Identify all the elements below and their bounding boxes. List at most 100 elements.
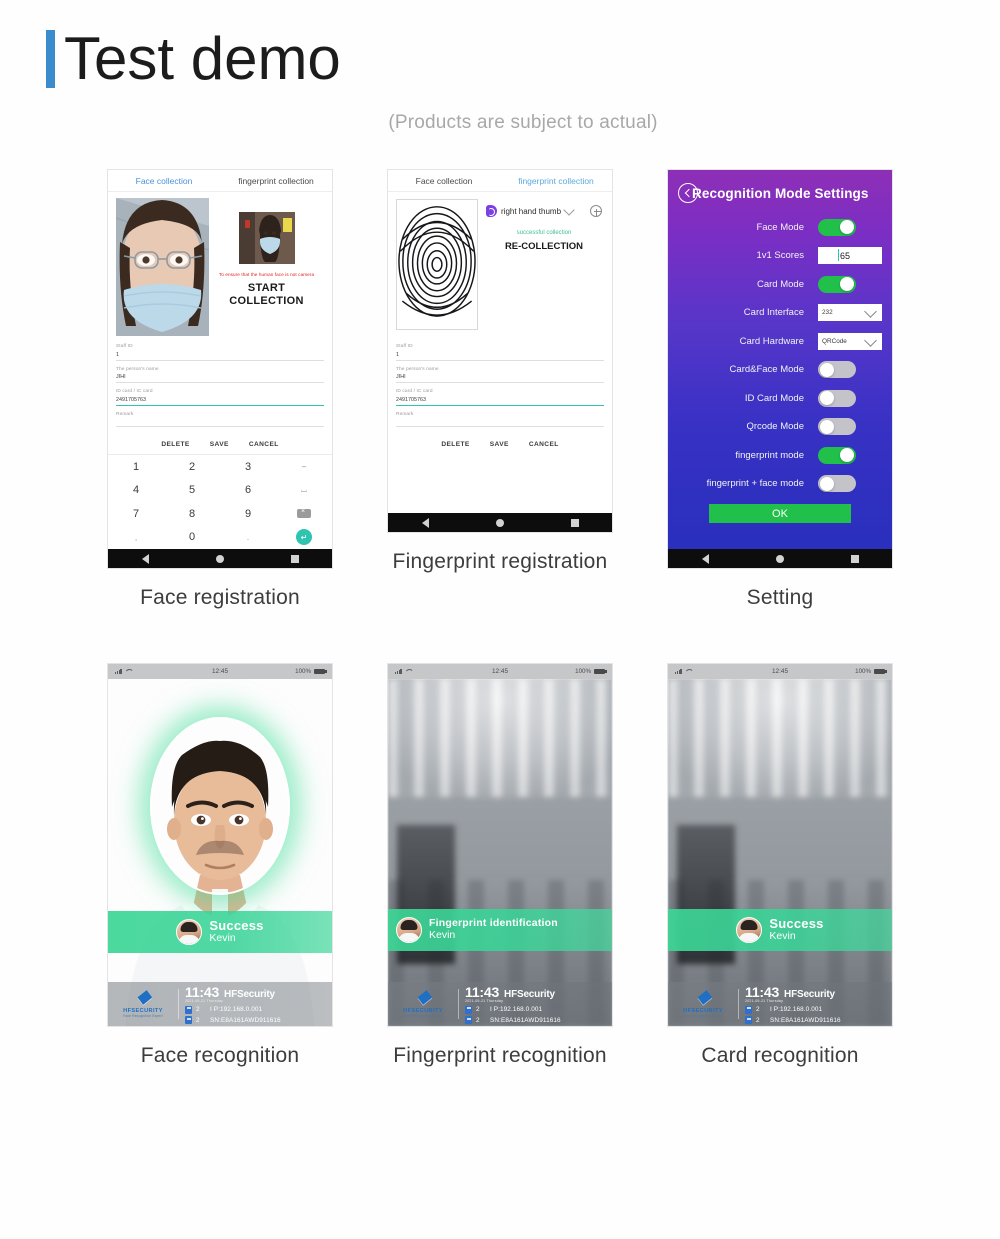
key-backspace[interactable]: [276, 502, 332, 526]
save-button[interactable]: SAVE: [487, 439, 512, 450]
field-value[interactable]: 2491705763: [396, 394, 604, 405]
key-0[interactable]: 0: [164, 525, 220, 549]
setting-control: 232: [818, 304, 882, 322]
field-remark: Remark: [396, 412, 604, 427]
start-collection-button[interactable]: START COLLECTION: [209, 282, 324, 308]
footer-brand: HFSecurity: [224, 989, 275, 1000]
face-warning-text: To ensure that the human face is not cam…: [218, 272, 315, 277]
field-value[interactable]: [396, 417, 604, 426]
select-value: 232: [822, 309, 833, 317]
nav-home-icon[interactable]: [495, 518, 504, 527]
toggle-face-mode[interactable]: [818, 218, 856, 236]
field-staff-id: Staff ID 1: [116, 344, 324, 361]
nav-home-icon[interactable]: [215, 554, 224, 563]
setting-label: ID Card Mode: [744, 392, 804, 404]
setting-control: [818, 418, 882, 436]
key-8[interactable]: 8: [164, 502, 220, 526]
nav-recents-icon[interactable]: [290, 554, 299, 563]
recognition-banner: Fingerprint identification Kevin: [388, 909, 612, 951]
caption-face-recognition: Face recognition: [140, 1044, 300, 1067]
status-bar: 12:45 100%: [388, 664, 612, 679]
toggle-id-card-mode[interactable]: [818, 389, 856, 407]
setting-row-1v1-scores: 1v1 Scores 65: [678, 242, 882, 271]
nav-back-icon[interactable]: [421, 517, 429, 528]
toggle-fingerprint-mode[interactable]: [818, 446, 856, 464]
key-7[interactable]: 7: [108, 502, 164, 526]
setting-control: [818, 389, 882, 407]
page-title: Test demo: [64, 25, 341, 92]
select-card-hardware[interactable]: QRCode: [818, 332, 882, 350]
footer-divider: [178, 989, 179, 1019]
reference-photo-illustration: [238, 212, 295, 264]
nav-home-icon[interactable]: [775, 554, 784, 563]
logo-tagline: Face Recognition Expert: [403, 1013, 443, 1018]
status-time: 12:45: [492, 668, 508, 675]
live-camera-preview: [116, 198, 209, 336]
add-finger-icon[interactable]: [590, 205, 602, 217]
finger-selector-row[interactable]: right hand thumb: [486, 203, 602, 217]
key-2[interactable]: 2: [164, 455, 220, 479]
key-6[interactable]: 6: [220, 478, 276, 502]
delete-button[interactable]: DELETE: [158, 439, 192, 450]
key-space[interactable]: ⌴: [276, 478, 332, 502]
toggle-qrcode-mode[interactable]: [818, 418, 856, 436]
key-5[interactable]: 5: [164, 478, 220, 502]
key-comma[interactable]: ‚: [108, 525, 164, 549]
network-icon: [185, 1005, 192, 1014]
key-4[interactable]: 4: [108, 478, 164, 502]
key-enter[interactable]: ↵: [276, 525, 332, 549]
footer-sn-row: 2 SN:E8A161AWD911616: [185, 1016, 326, 1024]
field-underline: [116, 359, 324, 361]
toggle-fingerprint-face-mode[interactable]: [818, 475, 856, 493]
nav-back-icon[interactable]: [141, 553, 149, 564]
field-underline: [396, 382, 604, 383]
hfsecurity-logo: ⯁ HFSECURITY Face Recognition Expert: [114, 990, 172, 1018]
field-value[interactable]: 1: [116, 349, 324, 360]
key-period[interactable]: .: [220, 525, 276, 549]
settings-title: Recognition Mode Settings: [692, 185, 869, 201]
key-9[interactable]: 9: [220, 502, 276, 526]
phone-frame-card-recognition: 12:45 100% Success Kevin ⯁ HFSECURITY Fa…: [668, 664, 892, 1026]
network-icon: [745, 1005, 752, 1014]
hfsecurity-logo: ⯁ HFSECURITY Face Recognition Expert: [674, 990, 732, 1018]
cancel-button[interactable]: CANCEL: [246, 439, 282, 450]
fingerprint-illustration: [398, 206, 476, 317]
footer-sn-text: SN:E8A161AWD911616: [770, 1016, 841, 1024]
field-underline: [396, 359, 604, 361]
select-card-interface[interactable]: 232: [818, 304, 882, 322]
tab-fingerprint-collection[interactable]: fingerprint collection: [220, 170, 332, 191]
hfsecurity-logo: ⯁ HFSECURITY Face Recognition Expert: [394, 990, 452, 1018]
field-value[interactable]: 1: [396, 349, 604, 360]
fingerprint-preview: [396, 199, 478, 330]
nav-recents-icon[interactable]: [570, 518, 579, 527]
ok-button[interactable]: OK: [709, 504, 851, 523]
field-underline: [396, 425, 604, 427]
tab-face-collection[interactable]: Face collection: [388, 170, 500, 191]
field-value[interactable]: JIHI: [116, 372, 324, 383]
registration-form: Staff ID 1 The person's name JIHI ID car…: [108, 340, 332, 433]
field-value[interactable]: [116, 417, 324, 426]
key-dash[interactable]: –: [276, 455, 332, 479]
backspace-icon: [297, 508, 311, 519]
key-1[interactable]: 1: [108, 455, 164, 479]
input-1v1-scores[interactable]: 65: [818, 247, 882, 265]
android-navbar: [108, 549, 332, 568]
cancel-button[interactable]: CANCEL: [526, 439, 562, 450]
fingerprint-capture-area: right hand thumb successful collection R…: [388, 192, 612, 340]
toggle-card-face-mode[interactable]: [818, 361, 856, 379]
nav-back-icon[interactable]: [701, 553, 709, 564]
save-button[interactable]: SAVE: [207, 439, 232, 450]
delete-button[interactable]: DELETE: [438, 439, 472, 450]
toggle-card-mode[interactable]: [818, 275, 856, 293]
nav-recents-icon[interactable]: [850, 554, 859, 563]
footer-info: 11:43 HFSecurity 2021-05-21 Thursday 2 I…: [745, 984, 886, 1024]
tab-fingerprint-collection[interactable]: fingerprint collection: [500, 170, 612, 191]
field-value[interactable]: JIHI: [396, 372, 604, 383]
setting-label: fingerprint + face mode: [706, 478, 804, 490]
title-accent-bar: [46, 30, 55, 88]
chevron-down-icon[interactable]: [563, 203, 575, 216]
recollect-button[interactable]: RE-COLLECTION: [486, 241, 602, 252]
key-3[interactable]: 3: [220, 455, 276, 479]
tab-face-collection[interactable]: Face collection: [108, 170, 220, 191]
field-value[interactable]: 2491705763: [116, 394, 324, 405]
